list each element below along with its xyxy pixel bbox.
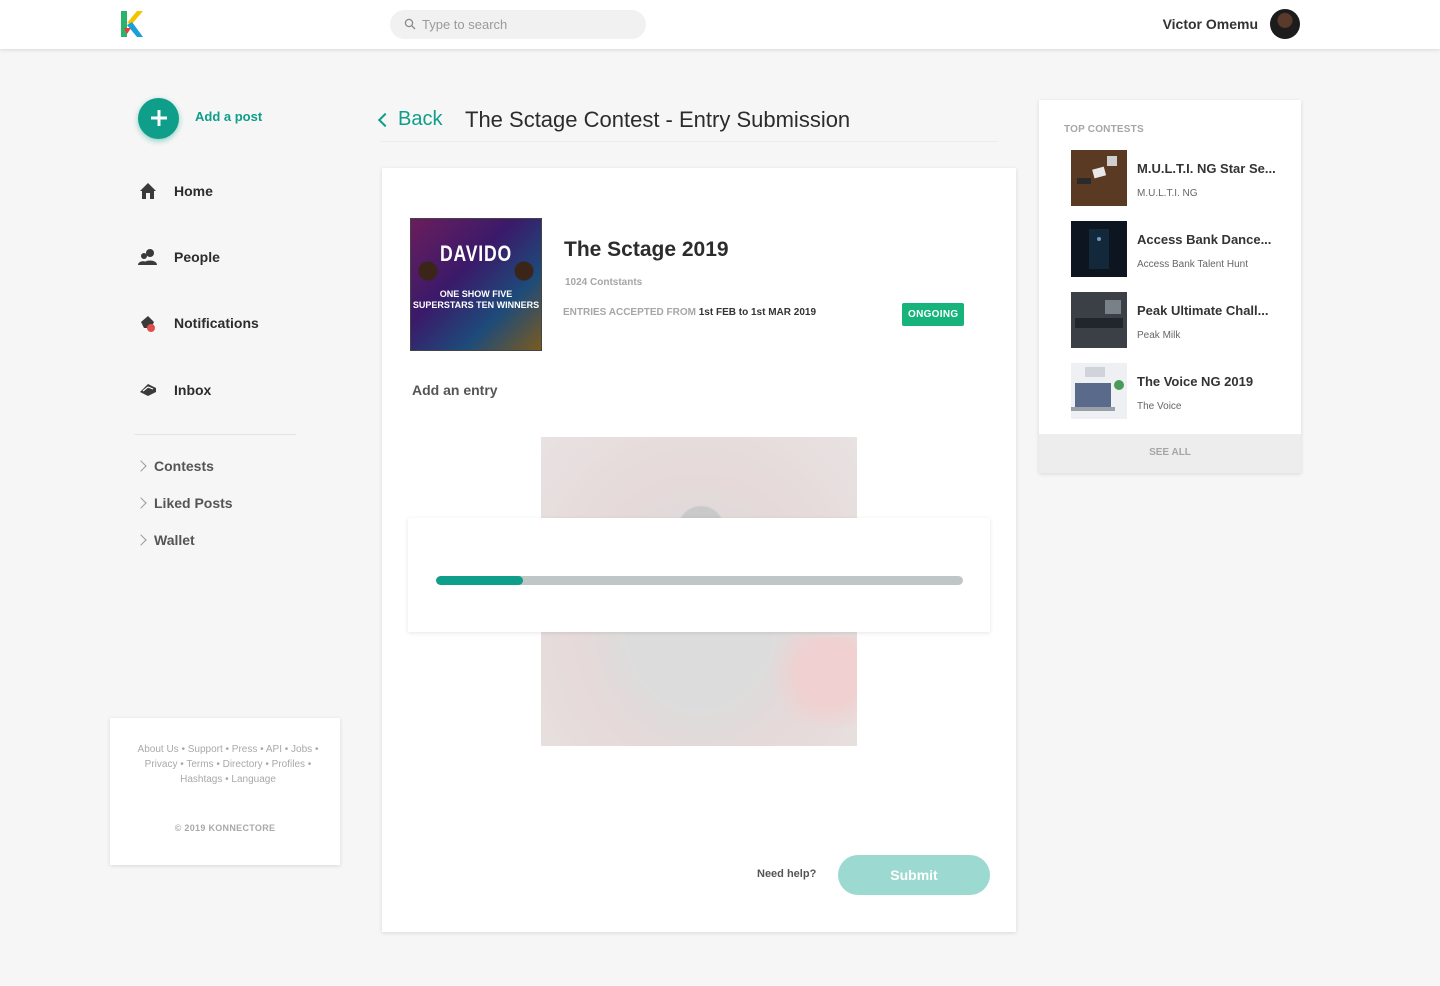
entry-submission-card: DAVIDO ONE SHOW FIVE SUPERSTARS TEN WINN… <box>382 168 1016 932</box>
contest-title: The Voice NG 2019 <box>1137 374 1254 389</box>
contest-thumbnail <box>1071 150 1127 206</box>
sidebar-item-label: Inbox <box>174 382 212 398</box>
contestant-count: 1024 Contstants <box>565 277 643 288</box>
contest-list-item[interactable]: The Voice NG 2019 The Voice <box>1071 363 1296 420</box>
copyright: © 2019 KONNECTORE <box>174 823 276 833</box>
sidebar-item-people[interactable]: People <box>138 246 220 268</box>
home-icon <box>140 183 156 199</box>
entry-window: ENTRIES ACCEPTED FROM 1st FEB to 1st MAR… <box>563 307 816 318</box>
back-button[interactable]: Back <box>377 108 443 131</box>
people-icon <box>138 249 157 265</box>
top-contests-panel: TOP CONTESTS M.U.L.T.I. NG Star Se... M.… <box>1039 100 1301 473</box>
title-divider <box>380 141 998 142</box>
sidebar-link-label: Contests <box>154 458 214 474</box>
search-input[interactable] <box>422 10 632 39</box>
sidebar-item-home[interactable]: Home <box>138 180 213 202</box>
user-name[interactable]: Victor Omemu <box>1163 16 1258 32</box>
submit-button[interactable]: Submit <box>838 855 990 895</box>
entry-window-label: ENTRIES ACCEPTED FROM <box>563 307 696 318</box>
contest-host: M.U.L.T.I. NG <box>1137 188 1198 199</box>
contest-thumbnail <box>1071 221 1127 277</box>
contest-poster: DAVIDO ONE SHOW FIVE SUPERSTARS TEN WINN… <box>410 218 542 351</box>
entry-image-highlight <box>767 637 857 727</box>
contest-host: Peak Milk <box>1137 330 1181 341</box>
sidebar-link-wallet[interactable]: Wallet <box>135 530 195 550</box>
inbox-icon <box>140 384 156 396</box>
contest-thumbnail <box>1071 363 1127 419</box>
contest-title: M.U.L.T.I. NG Star Se... <box>1137 161 1276 176</box>
add-post-label: Add a post <box>195 108 263 124</box>
chevron-right-icon <box>135 497 147 509</box>
see-all-button[interactable]: SEE ALL <box>1039 434 1301 473</box>
sidebar-item-notifications[interactable]: Notifications <box>138 312 259 334</box>
bell-icon <box>141 316 155 332</box>
contest-list-item[interactable]: Access Bank Dance... Access Bank Talent … <box>1071 221 1296 278</box>
chevron-left-icon <box>377 112 393 128</box>
contest-name: The Sctage 2019 <box>564 238 729 261</box>
chevron-right-icon <box>135 460 147 472</box>
sidebar-link-label: Liked Posts <box>154 495 233 511</box>
poster-title: DAVIDO <box>440 241 512 266</box>
search-box[interactable] <box>390 10 646 39</box>
sidebar-link-liked-posts[interactable]: Liked Posts <box>135 493 233 513</box>
entry-window-dates: 1st FEB to 1st MAR 2019 <box>698 307 817 318</box>
add-entry-heading: Add an entry <box>412 382 498 398</box>
sidebar-link-contests[interactable]: Contests <box>135 456 214 476</box>
plus-icon <box>138 97 179 139</box>
contest-thumbnail <box>1071 292 1127 348</box>
chevron-right-icon <box>135 534 147 546</box>
upload-progress-fill <box>436 576 523 585</box>
sidebar-item-label: Home <box>174 183 213 199</box>
sidebar-item-label: Notifications <box>174 315 259 331</box>
contest-title: Access Bank Dance... <box>1137 232 1272 247</box>
footer-links[interactable]: About Us • Support • Press • API • Jobs … <box>130 742 326 787</box>
back-label: Back <box>398 108 443 130</box>
sidebar-item-label: People <box>174 249 220 265</box>
sidebar-divider <box>134 434 296 435</box>
need-help-link[interactable]: Need help? <box>757 868 816 880</box>
avatar[interactable] <box>1270 9 1300 39</box>
contest-title: Peak Ultimate Chall... <box>1137 303 1269 318</box>
upload-progress-bar <box>436 576 963 585</box>
upload-progress-panel <box>408 518 990 632</box>
poster-subtitle: ONE SHOW FIVE SUPERSTARS TEN WINNERS <box>412 289 540 310</box>
footer-card: About Us • Support • Press • API • Jobs … <box>110 718 340 865</box>
contest-host: The Voice <box>1137 401 1182 412</box>
sidebar-item-inbox[interactable]: Inbox <box>138 379 211 401</box>
konnectore-logo[interactable] <box>120 10 144 38</box>
top-contests-heading: TOP CONTESTS <box>1064 124 1144 135</box>
search-icon <box>404 18 416 30</box>
add-post-button[interactable]: Add a post <box>138 97 262 139</box>
contest-list-item[interactable]: M.U.L.T.I. NG Star Se... M.U.L.T.I. NG <box>1071 150 1296 207</box>
contest-host: Access Bank Talent Hunt <box>1137 259 1248 270</box>
contest-list-item[interactable]: Peak Ultimate Chall... Peak Milk <box>1071 292 1296 349</box>
page-title: The Sctage Contest - Entry Submission <box>465 107 851 132</box>
top-bar: Victor Omemu <box>0 0 1440 49</box>
sidebar-link-label: Wallet <box>154 532 195 548</box>
status-badge: ONGOING <box>902 303 965 326</box>
